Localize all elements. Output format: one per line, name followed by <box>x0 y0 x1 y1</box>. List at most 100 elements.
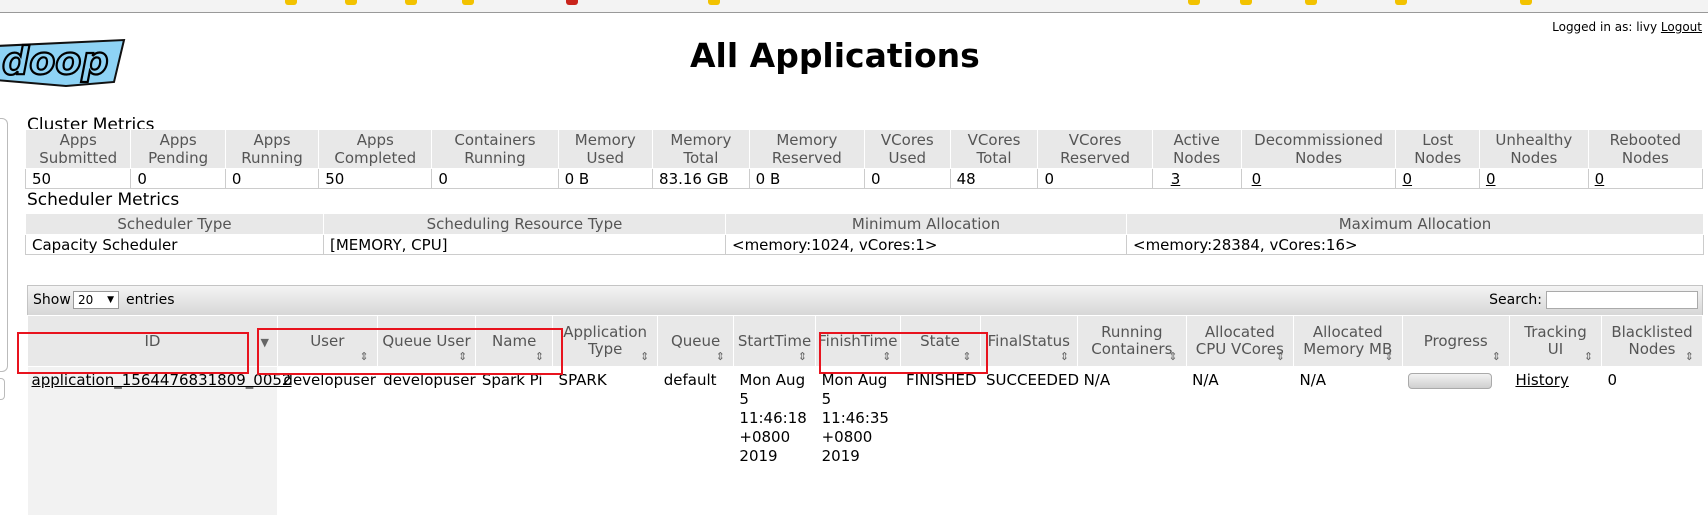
metric-value-apps-pending: 0 <box>131 169 225 189</box>
col-header-queue-user[interactable]: Queue User ⇕ <box>377 316 476 367</box>
col-header-label: Progress <box>1424 332 1488 350</box>
sort-icon[interactable]: ⇕ <box>1685 352 1694 362</box>
col-header-decommissioned-nodes: DecommissionedNodes <box>1241 130 1396 169</box>
col-header-label: TrackingUI <box>1524 323 1586 358</box>
col-header-rebooted-nodes: RebootedNodes <box>1588 130 1702 169</box>
col-header-id[interactable]: ID▼ <box>28 316 278 367</box>
col-header-application-type[interactable]: ApplicationType⇕ <box>553 316 658 367</box>
bookmark-folder-icon[interactable] <box>1305 0 1317 5</box>
col-header-label: BlacklistedNodes <box>1611 323 1692 358</box>
col-header-memory-total: MemoryTotal <box>653 130 750 169</box>
table-row[interactable]: application_1564476831809_0052developuse… <box>28 367 1703 515</box>
bookmark-folder-icon[interactable] <box>1395 0 1407 5</box>
login-user-text: Logged in as: livy <box>1552 20 1657 34</box>
sort-icon[interactable]: ⇕ <box>535 352 544 362</box>
cell-user: developuser <box>277 367 377 515</box>
sort-desc-icon[interactable]: ▼ <box>260 338 268 348</box>
col-header-allocated-cpu-vcores[interactable]: AllocatedCPU VCores⇕ <box>1186 316 1293 367</box>
col-header-label: Queue User <box>382 332 470 350</box>
metric-value-lost-nodes[interactable]: 0 <box>1396 169 1479 189</box>
metric-value-rebooted-nodes[interactable]: 0 <box>1588 169 1702 189</box>
col-header-starttime[interactable]: StartTime ⇕ <box>733 316 815 367</box>
bookmark-folder-icon[interactable] <box>1188 0 1200 5</box>
sort-icon[interactable]: ⇕ <box>640 352 649 362</box>
metric-value-decommissioned-nodes[interactable]: 0 <box>1241 169 1396 189</box>
col-header-name[interactable]: Name⇕ <box>476 316 553 367</box>
col-header-user[interactable]: User⇕ <box>277 316 377 367</box>
bookmark-folder-icon[interactable] <box>708 0 720 5</box>
cell-id[interactable]: application_1564476831809_0052 <box>28 367 278 515</box>
cell-name: Spark Pi <box>476 367 553 515</box>
sort-icon[interactable]: ⇕ <box>359 352 368 362</box>
col-header-running-containers[interactable]: RunningContainers⇕ <box>1078 316 1187 367</box>
id-link[interactable]: application_1564476831809_0052 <box>32 371 292 389</box>
sort-icon[interactable]: ⇕ <box>1584 352 1593 362</box>
col-header-finishtime[interactable]: FinishTime⇕ <box>816 316 900 367</box>
table-controls: Show 20 ▼ entries Search: <box>27 285 1703 315</box>
col-header-label: FinalStatus <box>988 332 1070 350</box>
col-header-active-nodes: ActiveNodes <box>1152 130 1241 169</box>
bookmark-folder-icon[interactable] <box>285 0 297 5</box>
sort-icon[interactable]: ⇕ <box>458 352 467 362</box>
sort-icon[interactable]: ⇕ <box>716 352 725 362</box>
search-input[interactable] <box>1546 291 1698 309</box>
col-header-progress[interactable]: Progress ⇕ <box>1402 316 1509 367</box>
cell-type: SPARK <box>553 367 658 515</box>
col-header-apps-submitted: AppsSubmitted <box>26 130 131 169</box>
hadoop-logo[interactable]: doop <box>0 34 130 90</box>
col-header-queue[interactable]: Queue ⇕ <box>658 316 734 367</box>
sort-icon[interactable]: ⇕ <box>1492 352 1501 362</box>
col-header-finalstatus[interactable]: FinalStatus ⇕ <box>980 316 1078 367</box>
col-header-state[interactable]: State⇕ <box>900 316 980 367</box>
cell-alloc-memory: N/A <box>1294 367 1403 515</box>
metric-value-vcores-used: 0 <box>864 169 950 189</box>
bookmark-folder-icon[interactable] <box>462 0 474 5</box>
page-length-select[interactable]: 20 ▼ <box>73 291 119 309</box>
col-header-label: AllocatedCPU VCores <box>1196 323 1284 358</box>
browser-bookmarks-strip <box>0 0 1708 13</box>
metric-value-vcores-reserved: 0 <box>1038 169 1152 189</box>
nav-panel-tab[interactable] <box>0 378 5 400</box>
col-header-apps-completed: AppsCompleted <box>319 130 432 169</box>
cell-state: FINISHED <box>900 367 980 515</box>
col-header-lost-nodes: LostNodes <box>1396 130 1479 169</box>
applications-table: ID▼User⇕Queue User⇕Name⇕ApplicationType⇕… <box>27 315 1703 515</box>
scheduler-metrics-title: Scheduler Metrics <box>27 190 179 210</box>
col-header-unhealthy-nodes: UnhealthyNodes <box>1479 130 1588 169</box>
cell-alloc-vcores: N/A <box>1186 367 1293 515</box>
sort-icon[interactable]: ⇕ <box>962 352 971 362</box>
sort-icon[interactable]: ⇕ <box>1168 352 1177 362</box>
scheduler-value-scheduling-resource-type: [MEMORY, CPU] <box>324 235 726 255</box>
cluster-metrics-table: AppsSubmittedAppsPendingAppsRunningAppsC… <box>25 129 1703 189</box>
col-header-allocated-memory-mb[interactable]: AllocatedMemory MB⇕ <box>1294 316 1403 367</box>
tracking-ui-link[interactable]: History <box>1515 371 1568 389</box>
metric-value-active-nodes[interactable]: 3 <box>1152 169 1241 189</box>
sort-icon[interactable]: ⇕ <box>1060 352 1069 362</box>
col-header-label: StartTime <box>738 332 811 350</box>
sort-icon[interactable]: ⇕ <box>1276 352 1285 362</box>
sort-icon[interactable]: ⇕ <box>798 352 807 362</box>
sort-icon[interactable]: ⇕ <box>882 352 891 362</box>
sort-icon[interactable]: ⇕ <box>1384 352 1393 362</box>
progress-bar <box>1408 373 1492 389</box>
nav-panel[interactable] <box>0 118 8 372</box>
show-label: Show <box>33 292 71 308</box>
metric-value-unhealthy-nodes[interactable]: 0 <box>1479 169 1588 189</box>
metric-value-memory-total: 83.16 GB <box>653 169 750 189</box>
col-header-vcores-reserved: VCoresReserved <box>1038 130 1152 169</box>
col-header-label: State <box>920 332 960 350</box>
bookmark-folder-icon[interactable] <box>1240 0 1252 5</box>
scheduler-value-minimum-allocation: <memory:1024, vCores:1> <box>726 235 1127 255</box>
col-header-maximum-allocation: Maximum Allocation <box>1127 214 1704 235</box>
col-header-blacklisted-nodes[interactable]: BlacklistedNodes⇕ <box>1602 316 1703 367</box>
bookmark-folder-icon[interactable] <box>1520 0 1532 5</box>
cell-tracking-ui[interactable]: History <box>1509 367 1601 515</box>
cell-running-containers: N/A <box>1078 367 1187 515</box>
cell-progress <box>1402 367 1509 515</box>
bookmark-folder-icon[interactable] <box>405 0 417 5</box>
col-header-label: Queue <box>671 332 720 350</box>
col-header-tracking-ui[interactable]: TrackingUI⇕ <box>1509 316 1601 367</box>
bookmark-folder-icon[interactable] <box>345 0 357 5</box>
bookmark-site-icon[interactable] <box>566 0 578 5</box>
logout-link[interactable]: Logout <box>1661 20 1702 34</box>
